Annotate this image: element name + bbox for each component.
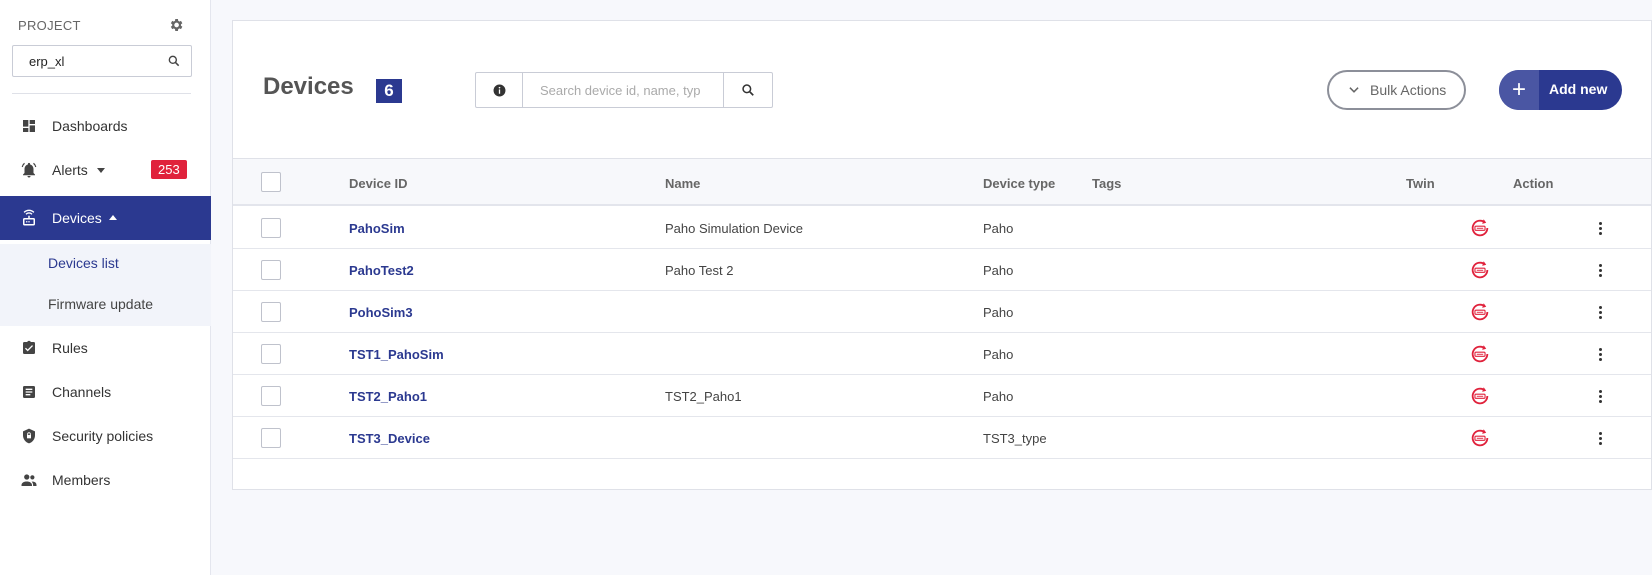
twin-sync-icon[interactable] xyxy=(1469,217,1491,239)
search-icon xyxy=(742,84,754,96)
twin-sync-icon[interactable] xyxy=(1469,343,1491,365)
device-id-link[interactable]: TST1_PahoSim xyxy=(349,347,444,362)
sidebar-item-label: Security policies xyxy=(52,428,154,444)
table-row: TST1_PahoSim Paho xyxy=(233,333,1651,375)
project-selector[interactable]: erp_xl xyxy=(12,45,192,77)
device-name: TST2_Paho1 xyxy=(665,389,742,404)
column-header-name[interactable]: Name xyxy=(665,176,700,191)
sidebar-divider xyxy=(12,93,191,94)
sidebar-item-label: Alerts xyxy=(52,162,88,178)
row-checkbox[interactable] xyxy=(261,218,281,238)
table-header: Device ID Name Device type Tags Twin Act… xyxy=(233,158,1651,206)
bell-icon xyxy=(20,161,38,179)
devices-submenu: Devices list Firmware update xyxy=(0,244,211,326)
project-label: PROJECT xyxy=(18,18,81,33)
table-row: TST3_Device TST3_type xyxy=(233,417,1651,459)
table-row: PahoSim Paho Simulation Device Paho xyxy=(233,207,1651,249)
sidebar-item-rules[interactable]: Rules xyxy=(0,326,211,370)
column-header-device-id[interactable]: Device ID xyxy=(349,176,408,191)
device-type: Paho xyxy=(983,389,1014,404)
page-title: Devices xyxy=(263,73,354,100)
row-checkbox[interactable] xyxy=(261,344,281,364)
sidebar-subitem-devices-list[interactable]: Devices list xyxy=(48,255,119,271)
people-icon xyxy=(20,471,38,489)
device-id-link[interactable]: PahoTest2 xyxy=(349,263,414,278)
more-vertical-icon[interactable] xyxy=(1593,345,1607,363)
device-type: Paho xyxy=(983,263,1014,278)
sidebar-item-members[interactable]: Members xyxy=(0,458,211,502)
device-name: Paho Simulation Device xyxy=(665,221,804,236)
row-checkbox[interactable] xyxy=(261,428,281,448)
search-icon[interactable] xyxy=(167,54,181,68)
bulk-actions-button[interactable]: Bulk Actions xyxy=(1327,70,1466,110)
add-new-button[interactable]: + Add new xyxy=(1499,70,1622,110)
device-search xyxy=(475,72,773,108)
sidebar: PROJECT erp_xl Dashboards Alerts 253 Dev… xyxy=(0,0,211,575)
twin-sync-icon[interactable] xyxy=(1469,385,1491,407)
sidebar-item-alerts[interactable]: Alerts 253 xyxy=(0,148,211,192)
device-type: Paho xyxy=(983,347,1014,362)
column-header-action: Action xyxy=(1513,176,1554,191)
plus-icon: + xyxy=(1499,70,1539,110)
sidebar-item-dashboards[interactable]: Dashboards xyxy=(0,104,211,148)
alerts-count-badge: 253 xyxy=(151,160,187,179)
shield-lock-icon xyxy=(20,427,38,445)
project-value: erp_xl xyxy=(29,54,65,69)
search-input[interactable] xyxy=(524,73,725,107)
device-type: Paho xyxy=(983,305,1014,320)
device-type: Paho xyxy=(983,221,1014,236)
chevron-down-icon xyxy=(1349,87,1359,93)
sidebar-subitem-firmware-update[interactable]: Firmware update xyxy=(48,296,153,312)
row-checkbox[interactable] xyxy=(261,302,281,322)
sidebar-item-channels[interactable]: Channels xyxy=(0,370,211,414)
twin-sync-icon[interactable] xyxy=(1469,259,1491,281)
devices-card: Devices 6 Bulk Actions + Add new Device … xyxy=(232,20,1652,490)
table-row: PohoSim3 Paho xyxy=(233,291,1651,333)
add-new-label: Add new xyxy=(1549,81,1608,97)
twin-sync-icon[interactable] xyxy=(1469,301,1491,323)
sidebar-item-security-policies[interactable]: Security policies xyxy=(0,414,211,458)
table-row: TST2_Paho1 TST2_Paho1 Paho xyxy=(233,375,1651,417)
more-vertical-icon[interactable] xyxy=(1593,303,1607,321)
device-id-link[interactable]: PahoSim xyxy=(349,221,405,236)
bulk-actions-label: Bulk Actions xyxy=(1370,82,1447,98)
more-vertical-icon[interactable] xyxy=(1593,219,1607,237)
device-id-link[interactable]: TST3_Device xyxy=(349,431,430,446)
more-vertical-icon[interactable] xyxy=(1593,429,1607,447)
column-header-tags: Tags xyxy=(1092,176,1122,191)
caret-down-icon xyxy=(97,168,105,173)
info-icon[interactable] xyxy=(476,73,523,107)
document-icon xyxy=(20,383,38,401)
device-id-link[interactable]: TST2_Paho1 xyxy=(349,389,427,404)
device-type: TST3_type xyxy=(983,431,1047,446)
select-all-checkbox[interactable] xyxy=(261,172,281,192)
gear-icon[interactable] xyxy=(168,17,184,33)
column-header-twin: Twin xyxy=(1406,176,1435,191)
search-button[interactable] xyxy=(723,73,772,107)
row-checkbox[interactable] xyxy=(261,260,281,280)
sidebar-item-devices[interactable]: Devices xyxy=(0,196,211,240)
dashboard-icon xyxy=(20,117,38,135)
caret-up-icon xyxy=(109,215,117,220)
table-row: PahoTest2 Paho Test 2 Paho xyxy=(233,249,1651,291)
more-vertical-icon[interactable] xyxy=(1593,261,1607,279)
more-vertical-icon[interactable] xyxy=(1593,387,1607,405)
device-name: Paho Test 2 xyxy=(665,263,734,278)
clipboard-check-icon xyxy=(20,339,38,357)
sidebar-item-label: Channels xyxy=(52,384,112,400)
row-checkbox[interactable] xyxy=(261,386,281,406)
sidebar-item-label: Members xyxy=(52,472,111,488)
twin-sync-icon[interactable] xyxy=(1469,427,1491,449)
column-header-device-type[interactable]: Device type xyxy=(983,176,1055,191)
sidebar-item-label: Rules xyxy=(52,340,88,356)
sidebar-item-label: Devices xyxy=(52,210,102,226)
sidebar-item-label: Dashboards xyxy=(52,118,128,134)
device-count-badge: 6 xyxy=(376,79,402,103)
router-icon xyxy=(20,209,38,227)
device-id-link[interactable]: PohoSim3 xyxy=(349,305,413,320)
